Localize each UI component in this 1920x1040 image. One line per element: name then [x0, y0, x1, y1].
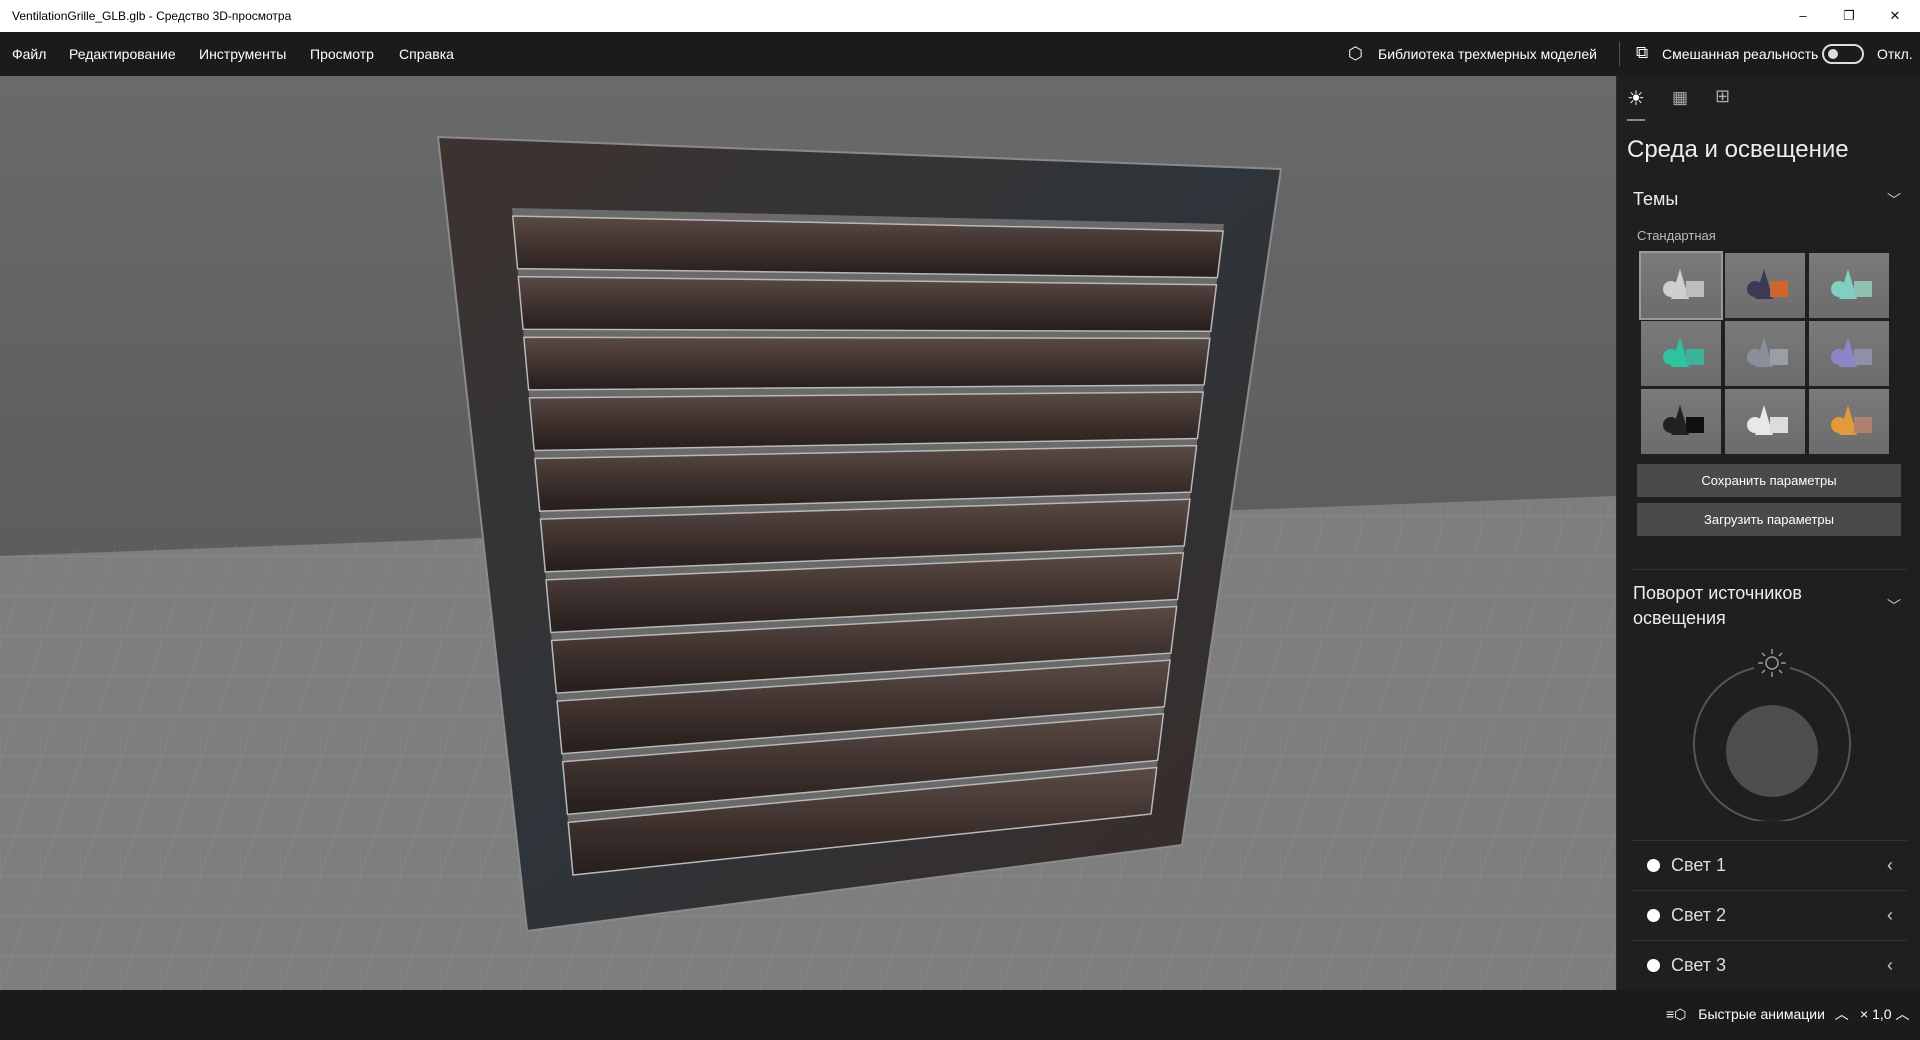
chevron-left-icon: ‹ [1887, 955, 1893, 975]
light-label: Свет 2 [1671, 905, 1727, 925]
tab-indicator [1627, 119, 1645, 121]
panel-title: Среда и освещение [1627, 136, 1849, 163]
minimize-button[interactable]: – [1780, 0, 1826, 32]
chevron-up-icon: ︿ [1895, 1006, 1910, 1022]
close-button[interactable]: ✕ [1872, 0, 1918, 32]
sun-icon [1758, 649, 1786, 677]
speed-button[interactable]: × 1,0 ︿ [1860, 1004, 1909, 1024]
menu-tools[interactable]: Инструменты [199, 46, 286, 62]
theme-white[interactable] [1725, 389, 1805, 454]
ventilation-grille-model [436, 135, 1283, 933]
light-sphere [1726, 705, 1818, 797]
divider [1631, 569, 1907, 570]
theme-orange[interactable] [1725, 253, 1805, 318]
divider [1619, 42, 1620, 66]
light-label: Свет 1 [1671, 855, 1727, 875]
quick-animations-button[interactable]: ≡⬡ Быстрые анимации ︿ [1666, 1004, 1849, 1024]
light-rotation-header[interactable]: Поворот источников освещения [1633, 581, 1863, 631]
speed-value: × 1,0 [1860, 1006, 1892, 1022]
menu-help[interactable]: Справка [399, 46, 454, 62]
light-label: Свет 3 [1671, 955, 1727, 975]
chevron-up-icon: ︿ [1834, 1006, 1849, 1022]
chevron-down-icon[interactable]: ﹀ [1887, 190, 1901, 210]
menu-bar: Файл Редактирование Инструменты Просмотр… [0, 32, 1920, 76]
right-panel: ☀ ▦ ⊞ Среда и освещение Темы ﹀ Стандартн… [1616, 76, 1920, 990]
themes-group-label: Стандартная [1637, 228, 1716, 243]
3d-library-label: Библиотека трехмерных моделей [1378, 46, 1597, 62]
themes-header[interactable]: Темы [1633, 189, 1678, 210]
light-color-dot [1647, 959, 1660, 972]
quick-animations-label: Быстрые анимации [1698, 1006, 1825, 1022]
menu-file[interactable]: Файл [12, 46, 46, 62]
tab-grid[interactable]: ⊞ [1715, 86, 1730, 107]
theme-lilac[interactable] [1809, 321, 1889, 386]
mixed-reality-label: Смешанная реальность [1662, 46, 1819, 62]
animation-icon: ≡⬡ [1666, 1006, 1687, 1022]
tab-stats[interactable]: ▦ [1672, 88, 1688, 108]
light-1-item[interactable]: Свет 1 ‹ [1631, 840, 1907, 890]
scene [0, 135, 1616, 990]
light-color-dot [1647, 859, 1660, 872]
theme-neutral[interactable] [1639, 251, 1723, 320]
mixed-reality-state: Откл. [1877, 46, 1913, 62]
3d-viewport[interactable] [0, 76, 1616, 990]
light-3-item[interactable]: Свет 3 ‹ [1631, 940, 1907, 990]
theme-teal[interactable] [1809, 253, 1889, 318]
menu-view[interactable]: Просмотр [310, 46, 374, 62]
tab-environment-lighting[interactable]: ☀ [1627, 86, 1645, 111]
menu-edit[interactable]: Редактирование [69, 46, 176, 62]
title-bar: VentilationGrille_GLB.glb - Средство 3D-… [0, 0, 1920, 32]
mixed-reality-toggle[interactable] [1822, 44, 1864, 64]
theme-black[interactable] [1641, 389, 1721, 454]
light-2-item[interactable]: Свет 2 ‹ [1631, 890, 1907, 940]
load-settings-button[interactable]: Загрузить параметры [1637, 503, 1901, 536]
grille-slat [517, 275, 1218, 333]
bottom-bar: ≡⬡ Быстрые анимации ︿ × 1,0 ︿ [0, 990, 1920, 1040]
chevron-left-icon: ‹ [1887, 855, 1893, 875]
theme-gray[interactable] [1725, 321, 1805, 386]
light-color-dot [1647, 909, 1660, 922]
chevron-left-icon: ‹ [1887, 905, 1893, 925]
theme-purple-orange[interactable] [1809, 389, 1889, 454]
maximize-button[interactable]: ❐ [1826, 0, 1872, 32]
light-rotation-dial[interactable] [1687, 641, 1857, 821]
window-title: VentilationGrille_GLB.glb - Средство 3D-… [12, 9, 292, 23]
chevron-down-icon[interactable]: ﹀ [1887, 596, 1901, 616]
theme-green[interactable] [1641, 321, 1721, 386]
cube-search-icon: ⬡ [1348, 44, 1363, 63]
grille-slat [523, 336, 1211, 391]
mixed-reality-icon: ⧉ [1636, 43, 1649, 62]
save-settings-button[interactable]: Сохранить параметры [1637, 464, 1901, 497]
